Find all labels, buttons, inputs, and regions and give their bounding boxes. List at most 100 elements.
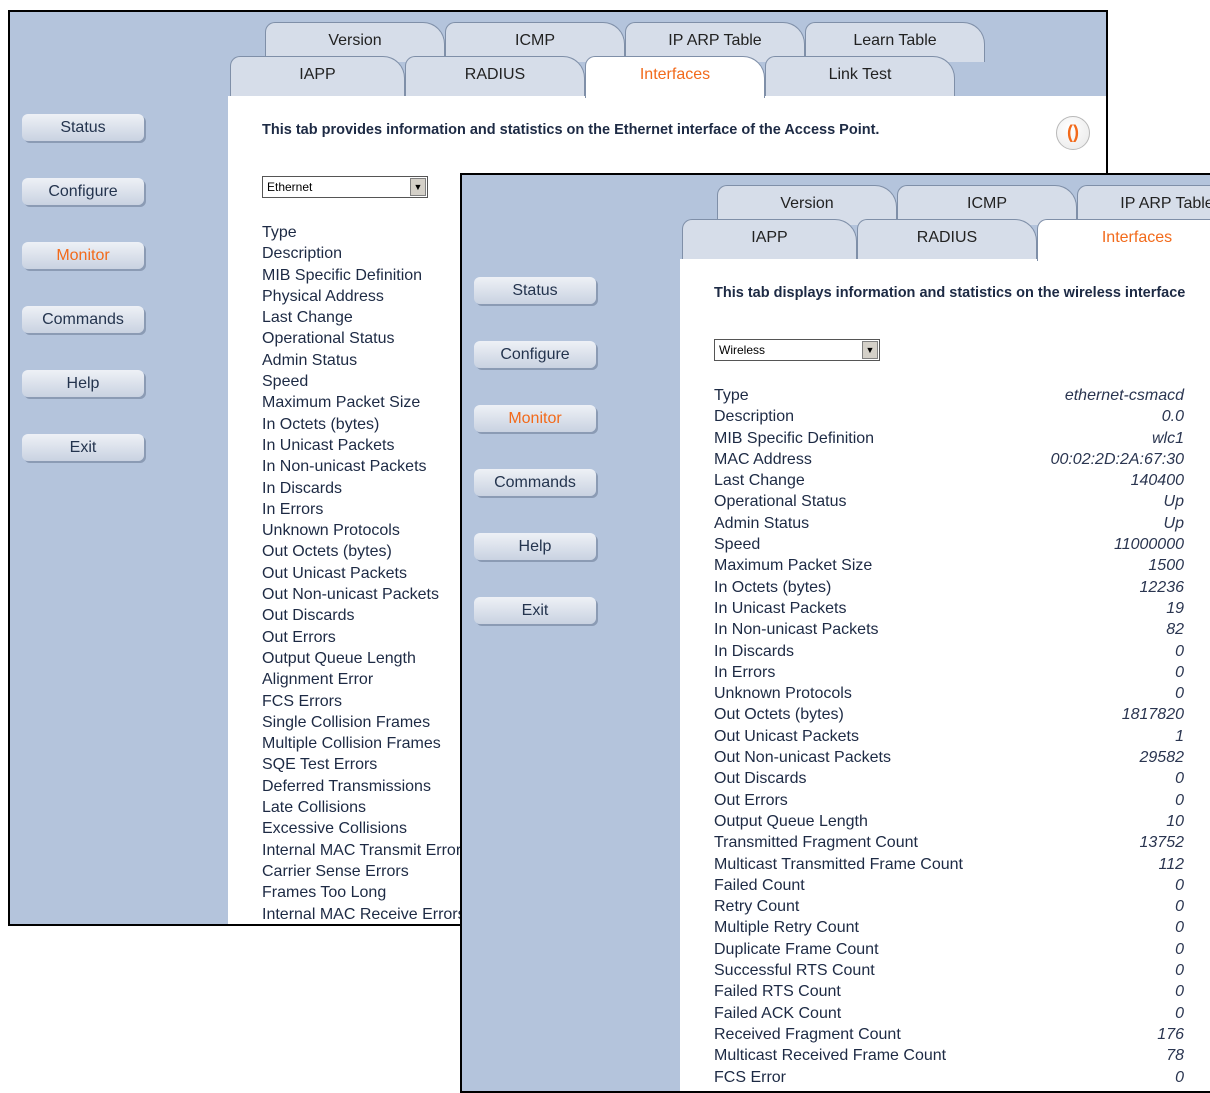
stat-label: Late Collisions xyxy=(262,799,367,817)
stat-row: Multicast Received Frame Count 78 xyxy=(714,1045,1184,1066)
nav-monitor-button[interactable]: Monitor xyxy=(22,242,144,269)
stat-label: Last Change xyxy=(714,472,805,490)
stat-label: MIB Specific Definition xyxy=(714,429,875,447)
stat-label: Description xyxy=(262,245,343,263)
tab-link-test[interactable]: Link Test xyxy=(765,56,955,96)
stat-row: In Errors 0 xyxy=(714,662,1184,683)
nav-help-button[interactable]: Help xyxy=(474,533,596,560)
stat-label: In Errors xyxy=(262,500,324,518)
nav-help-button[interactable]: Help xyxy=(22,370,144,397)
help-icon[interactable]: () xyxy=(1056,116,1090,150)
stat-label: In Errors xyxy=(714,663,776,681)
stat-row: Multiple Retry Count 0 xyxy=(714,917,1184,938)
stat-label: Duplicate Frame Count xyxy=(714,940,879,958)
stat-label: Successful RTS Count xyxy=(714,962,875,980)
stat-label: Retry Count xyxy=(714,898,800,916)
stat-value: 0 xyxy=(1175,1004,1184,1022)
stat-label: Operational Status xyxy=(262,330,395,348)
nav-exit-button[interactable]: Exit xyxy=(474,597,596,624)
stat-row: MAC Address 00:02:2D:2A:67:30 xyxy=(714,449,1184,470)
stat-row: In Non-unicast Packets 82 xyxy=(714,619,1184,640)
stat-label: Internal MAC Transmit Errors xyxy=(262,841,470,859)
stat-label: In Unicast Packets xyxy=(714,599,847,617)
stat-value: 13752 xyxy=(1139,834,1185,852)
chevron-down-icon[interactable]: ▼ xyxy=(410,178,426,196)
stat-label: Multiple Retry Count xyxy=(714,919,859,937)
page-description: This tab provides information and statis… xyxy=(262,122,880,138)
stat-row: Received Fragment Count 176 xyxy=(714,1024,1184,1045)
stat-row: Description 0.0 xyxy=(714,406,1184,427)
tab-interfaces[interactable]: Interfaces xyxy=(1037,219,1210,261)
stat-value: 0 xyxy=(1175,685,1184,703)
nav-status-button[interactable]: Status xyxy=(22,114,144,141)
nav-commands-button[interactable]: Commands xyxy=(22,306,144,333)
stat-row: MIB Specific Definition wlc1 xyxy=(714,428,1184,449)
stat-value: 0.0 xyxy=(1161,408,1184,426)
stat-row: Maximum Packet Size 1500 xyxy=(714,555,1184,576)
stat-label: Description xyxy=(714,408,795,426)
nav-exit-button[interactable]: Exit xyxy=(22,434,144,461)
stat-row: Operational Status Up xyxy=(714,491,1184,512)
tab-interfaces[interactable]: Interfaces xyxy=(585,56,765,98)
stat-row: Last Change 140400 xyxy=(714,470,1184,491)
stat-label: FCS Errors xyxy=(262,692,342,710)
stat-label: In Discards xyxy=(262,479,343,497)
stat-label: Failed ACK Count xyxy=(714,1004,842,1022)
stat-row: Out Non-unicast Packets 29582 xyxy=(714,747,1184,768)
stat-value: 0 xyxy=(1175,940,1184,958)
stat-row: FCS Error 0 xyxy=(714,1067,1184,1088)
stat-row: In Octets (bytes) 12236 xyxy=(714,577,1184,598)
page-description: This tab displays information and statis… xyxy=(714,285,1186,301)
stat-label: Out Unicast Packets xyxy=(262,564,407,582)
nav-monitor-button[interactable]: Monitor xyxy=(474,405,596,432)
tab-iapp[interactable]: IAPP xyxy=(682,219,857,259)
stat-value: 10 xyxy=(1166,812,1184,830)
stat-label: Deferred Transmissions xyxy=(262,777,431,795)
stat-row: Out Discards 0 xyxy=(714,768,1184,789)
stat-label: Unknown Protocols xyxy=(262,522,400,540)
interface-select[interactable]: Wireless ▼ xyxy=(714,339,880,361)
stat-label: Multicast Transmitted Frame Count xyxy=(714,855,963,873)
stat-row: Type ethernet-csmacd xyxy=(714,385,1184,406)
nav-commands-button[interactable]: Commands xyxy=(474,469,596,496)
stat-value: 176 xyxy=(1157,1025,1184,1043)
stat-label: Failed RTS Count xyxy=(714,983,841,1001)
tab-iapp[interactable]: IAPP xyxy=(230,56,405,96)
stat-row: Output Queue Length 10 xyxy=(714,811,1184,832)
stat-row: Out Unicast Packets 1 xyxy=(714,726,1184,747)
stat-row: Speed 11000000 xyxy=(714,534,1184,555)
stat-label: MAC Address xyxy=(714,450,812,468)
stat-value: 0 xyxy=(1175,898,1184,916)
stat-value: 0 xyxy=(1175,791,1184,809)
stat-label: Speed xyxy=(262,373,309,391)
stat-label: Output Queue Length xyxy=(714,812,868,830)
stat-value: 78 xyxy=(1166,1047,1184,1065)
wireless-stats-table: Type ethernet-csmacd Description 0.0 MIB Spe… xyxy=(714,385,1184,1088)
chevron-down-icon[interactable]: ▼ xyxy=(862,341,878,359)
stat-label: In Octets (bytes) xyxy=(714,578,832,596)
interface-select[interactable]: Ethernet ▼ xyxy=(262,176,428,198)
stat-label: Maximum Packet Size xyxy=(262,394,421,412)
stat-value: 12236 xyxy=(1139,578,1185,596)
tab-radius[interactable]: RADIUS xyxy=(857,219,1037,259)
stat-label: Physical Address xyxy=(262,287,384,305)
stat-value: 0 xyxy=(1175,642,1184,660)
stat-label: Alignment Error xyxy=(262,671,374,689)
stat-value: 0 xyxy=(1175,876,1184,894)
stat-row: Admin Status Up xyxy=(714,513,1184,534)
nav-configure-button[interactable]: Configure xyxy=(474,341,596,368)
stat-label: Output Queue Length xyxy=(262,649,416,667)
stat-row: In Unicast Packets 19 xyxy=(714,598,1184,619)
nav-status-button[interactable]: Status xyxy=(474,277,596,304)
content-panel: This tab displays information and statis… xyxy=(680,259,1210,1091)
stat-value: 11000000 xyxy=(1114,536,1184,554)
nav-configure-button[interactable]: Configure xyxy=(22,178,144,205)
tab-radius[interactable]: RADIUS xyxy=(405,56,585,96)
stat-row: Retry Count 0 xyxy=(714,896,1184,917)
stat-label: Received Fragment Count xyxy=(714,1025,901,1043)
stat-label: FCS Error xyxy=(714,1068,786,1086)
wireless-interfaces-window: Version ICMP IP ARP Table IAPP RADIUS In… xyxy=(460,173,1210,1093)
stat-value: 29582 xyxy=(1139,749,1185,767)
stat-label: Multiple Collision Frames xyxy=(262,735,441,753)
stat-row: Failed RTS Count 0 xyxy=(714,981,1184,1002)
